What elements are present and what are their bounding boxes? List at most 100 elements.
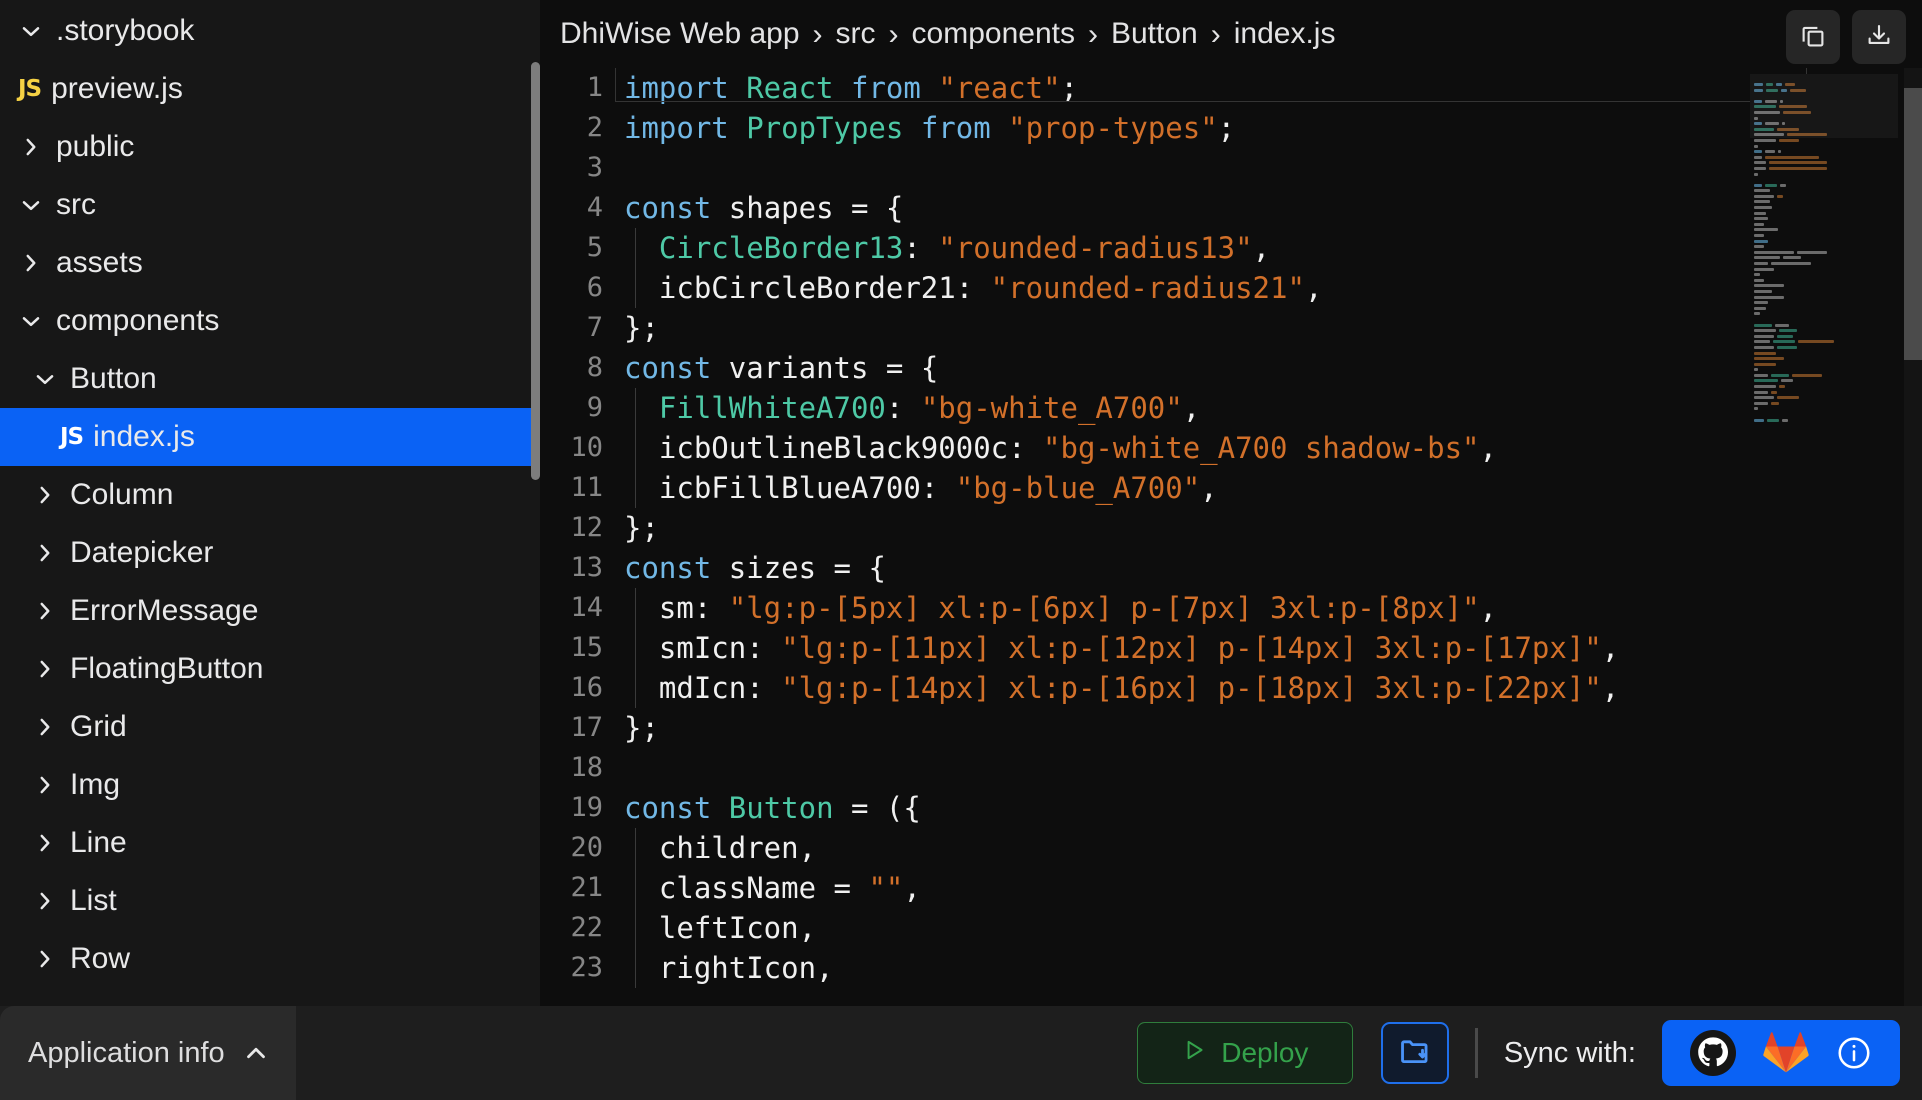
sidebar-item-label: assets	[56, 246, 143, 279]
sidebar-item-img[interactable]: Img	[0, 756, 540, 814]
minimap-segment	[1754, 250, 1794, 254]
minimap-viewport-slider[interactable]	[1750, 74, 1898, 138]
chevron-right-icon[interactable]	[32, 946, 58, 972]
sidebar-item-floatingbutton[interactable]: FloatingButton	[0, 640, 540, 698]
editor-scrollbar-thumb[interactable]	[1904, 88, 1922, 360]
code-line[interactable]: 13 const sizes = {	[540, 548, 1922, 588]
code-line[interactable]: 11 icbFillBlueA700: "bg-blue_A700",	[540, 468, 1922, 508]
chevron-right-icon[interactable]	[32, 598, 58, 624]
breadcrumb-segment[interactable]: Button	[1111, 17, 1198, 51]
divider	[1474, 1028, 1478, 1078]
code-token: icbCircleBorder21:	[624, 271, 991, 305]
code-line[interactable]: 16 mdIcn: "lg:p-[14px] xl:p-[16px] p-[18…	[540, 668, 1922, 708]
sidebar-item-list[interactable]: List	[0, 872, 540, 930]
code-token: const	[624, 351, 712, 385]
sidebar-item-datepicker[interactable]: Datepicker	[0, 524, 540, 582]
chevron-right-icon[interactable]	[32, 540, 58, 566]
deploy-button[interactable]: Deploy	[1136, 1022, 1353, 1084]
code-line[interactable]: 9 FillWhiteA700: "bg-white_A700",	[540, 388, 1922, 428]
code-line[interactable]: 8 const variants = {	[540, 348, 1922, 388]
sidebar-item-index-js[interactable]: JS index.js	[0, 408, 540, 466]
code-text: const sizes = {	[624, 548, 886, 588]
code-line[interactable]: 7};	[540, 308, 1922, 348]
chevron-right-icon[interactable]	[32, 830, 58, 856]
application-info-label: Application info	[28, 1036, 225, 1069]
application-info-button[interactable]: Application info	[0, 1006, 296, 1100]
code-line[interactable]: 10 icbOutlineBlack9000c: "bg-white_A700 …	[540, 428, 1922, 468]
chevron-right-icon[interactable]	[18, 134, 44, 160]
code-line[interactable]: 19 const Button = ({	[540, 788, 1922, 828]
breadcrumb-segment[interactable]: src	[836, 17, 876, 51]
sidebar-item-row[interactable]: Row	[0, 930, 540, 988]
chevron-right-icon[interactable]	[32, 772, 58, 798]
play-icon	[1181, 1037, 1207, 1070]
sidebar-item-label: public	[56, 130, 135, 163]
chevron-right-icon[interactable]	[32, 656, 58, 682]
sidebar-item-label: Datepicker	[70, 536, 214, 569]
sidebar-item-grid[interactable]: Grid	[0, 698, 540, 756]
info-icon[interactable]	[1835, 1034, 1873, 1072]
copy-button[interactable]	[1786, 10, 1840, 64]
minimap-segment	[1754, 345, 1774, 349]
gitlab-icon[interactable]	[1763, 1030, 1809, 1076]
sidebar-item-preview-js[interactable]: JS preview.js	[0, 60, 540, 118]
chevron-down-icon[interactable]	[18, 192, 44, 218]
code-line[interactable]: 21 className = "",	[540, 868, 1922, 908]
code-line[interactable]: 4 const shapes = {	[540, 188, 1922, 228]
code-line[interactable]: 5 CircleBorder13: "rounded-radius13",	[540, 228, 1922, 268]
code-text: import PropTypes from "prop-types";	[624, 108, 1235, 148]
minimap-segment	[1779, 385, 1785, 389]
sidebar-item-assets[interactable]: assets	[0, 234, 540, 292]
code-line[interactable]: 1 import React from "react";	[540, 68, 1922, 108]
sidebar-item-line[interactable]: Line	[0, 814, 540, 872]
sidebar-item-button[interactable]: Button	[0, 350, 540, 408]
download-code-button[interactable]	[1380, 1022, 1449, 1084]
code-viewer[interactable]: 1 import React from "react"; 2 import PropT…	[540, 68, 1922, 1006]
code-line[interactable]: 15 smIcn: "lg:p-[11px] xl:p-[12px] p-[14…	[540, 628, 1922, 668]
github-icon[interactable]	[1689, 1029, 1737, 1077]
chevron-right-icon[interactable]	[32, 714, 58, 740]
minimap-segment	[1754, 166, 1766, 170]
breadcrumb[interactable]: DhiWise Web app › src › components › Button › in…	[560, 17, 1335, 51]
code-token: icbOutlineBlack9000c:	[624, 431, 1044, 465]
minimap-segment	[1754, 217, 1768, 221]
chevron-down-icon[interactable]	[18, 18, 44, 44]
sidebar-item-column[interactable]: Column	[0, 466, 540, 524]
breadcrumb-segment[interactable]: index.js	[1234, 17, 1336, 51]
code-line[interactable]: 3	[540, 148, 1922, 188]
editor-scrollbar-track[interactable]	[1904, 68, 1922, 1006]
breadcrumb-segment[interactable]: DhiWise Web app	[560, 17, 800, 51]
chevron-right-icon[interactable]	[32, 888, 58, 914]
minimap-segment	[1754, 222, 1764, 226]
chevron-down-icon[interactable]	[18, 308, 44, 334]
minimap-segment	[1777, 396, 1799, 400]
code-line[interactable]: 18	[540, 748, 1922, 788]
download-button[interactable]	[1852, 10, 1906, 64]
chevron-down-icon[interactable]	[32, 366, 58, 392]
code-text: };	[624, 508, 659, 548]
code-line[interactable]: 20 children,	[540, 828, 1922, 868]
sidebar-scrollbar[interactable]	[531, 62, 540, 480]
sidebar-item-errormessage[interactable]: ErrorMessage	[0, 582, 540, 640]
sidebar-item-components[interactable]: components	[0, 292, 540, 350]
chevron-right-icon[interactable]	[18, 250, 44, 276]
code-line[interactable]: 12};	[540, 508, 1922, 548]
code-text: smIcn: "lg:p-[11px] xl:p-[12px] p-[14px]…	[624, 628, 1619, 668]
file-tree-sidebar[interactable]: .storybook JS preview.js public src assets com…	[0, 0, 540, 1006]
code-line[interactable]: 14 sm: "lg:p-[5px] xl:p-[6px] p-[7px] 3x…	[540, 588, 1922, 628]
code-line[interactable]: 23 rightIcon,	[540, 948, 1922, 988]
code-line[interactable]: 6 icbCircleBorder21: "rounded-radius21",	[540, 268, 1922, 308]
code-minimap[interactable]	[1750, 74, 1898, 1004]
code-line[interactable]: 2 import PropTypes from "prop-types";	[540, 108, 1922, 148]
chevron-right-icon[interactable]	[32, 482, 58, 508]
sidebar-item-storybook[interactable]: .storybook	[0, 2, 540, 60]
sidebar-item-public[interactable]: public	[0, 118, 540, 176]
sidebar-item-label: components	[56, 304, 220, 337]
breadcrumb-segment[interactable]: components	[912, 17, 1075, 51]
code-line[interactable]: 22 leftIcon,	[540, 908, 1922, 948]
minimap-segment	[1754, 206, 1772, 210]
minimap-segment	[1765, 150, 1775, 154]
code-line[interactable]: 17};	[540, 708, 1922, 748]
sidebar-item-src[interactable]: src	[0, 176, 540, 234]
